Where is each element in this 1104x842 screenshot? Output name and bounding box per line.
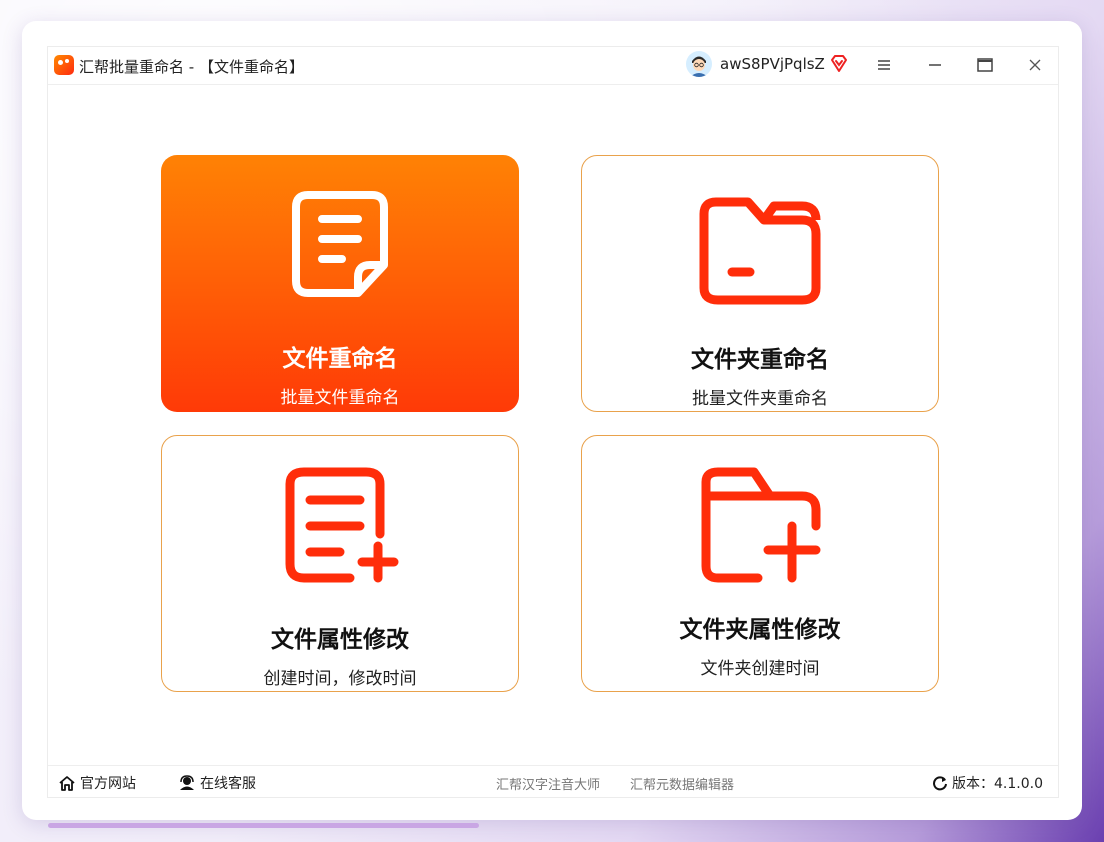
- close-icon[interactable]: [1022, 53, 1048, 77]
- hanzi-pinyin-link[interactable]: 汇帮汉字注音大师: [496, 774, 600, 793]
- official-site-label: 官方网站: [80, 776, 136, 792]
- card-folder-attributes[interactable]: 文件夹属性修改 文件夹创建时间: [581, 435, 939, 692]
- online-service-label: 在线客服: [200, 776, 256, 792]
- card-subtitle: 创建时间，修改时间: [263, 669, 417, 689]
- document-add-icon: [162, 466, 518, 586]
- card-title: 文件夹属性修改: [679, 617, 841, 643]
- title-bar: 汇帮批量重命名 - 【文件重命名】 awS8PVjPqlsZ: [48, 47, 1058, 85]
- maximize-icon[interactable]: [972, 53, 998, 77]
- card-title: 文件属性修改: [271, 627, 409, 653]
- app-logo-icon: [54, 55, 74, 75]
- menu-icon[interactable]: [871, 53, 897, 77]
- metadata-editor-link[interactable]: 汇帮元数据编辑器: [630, 774, 734, 793]
- version-info[interactable]: 版本：4.1.0.0: [932, 773, 1043, 793]
- vip-badge-icon[interactable]: [829, 54, 849, 78]
- card-subtitle: 文件夹创建时间: [700, 659, 820, 679]
- refresh-icon: [933, 776, 947, 791]
- card-file-rename[interactable]: 文件重命名 批量文件重命名: [161, 155, 519, 412]
- official-site-link[interactable]: 官方网站: [58, 773, 136, 793]
- user-avatar[interactable]: [686, 51, 712, 77]
- version-label: 版本：4.1.0.0: [952, 776, 1043, 792]
- headset-icon: [180, 775, 194, 790]
- horizontal-scrollbar[interactable]: [48, 823, 479, 828]
- card-folder-rename[interactable]: 文件夹重命名 批量文件夹重命名: [581, 155, 939, 412]
- card-file-attributes[interactable]: 文件属性修改 创建时间，修改时间: [161, 435, 519, 692]
- card-title: 文件重命名: [282, 346, 398, 372]
- folder-add-icon: [582, 466, 938, 586]
- main-panel: 文件重命名 批量文件重命名 文件夹重命名 批量文件夹重命名 文件属性修改 创建时…: [48, 85, 1058, 765]
- home-icon: [59, 776, 75, 791]
- card-subtitle: 批量文件夹重命名: [692, 389, 828, 409]
- app-window: 汇帮批量重命名 - 【文件重命名】 awS8PVjPqlsZ 文件重命名 批量文…: [47, 46, 1059, 798]
- minimize-icon[interactable]: [922, 53, 948, 77]
- footer-bar: 官方网站 在线客服 汇帮汉字注音大师 汇帮元数据编辑器 版本：4.1.0.0: [48, 765, 1058, 797]
- document-icon: [161, 189, 519, 301]
- card-subtitle: 批量文件重命名: [280, 388, 400, 408]
- card-title: 文件夹重命名: [691, 347, 829, 373]
- folder-icon: [582, 196, 938, 306]
- online-service-link[interactable]: 在线客服: [178, 773, 256, 793]
- window-title: 汇帮批量重命名 - 【文件重命名】: [79, 58, 304, 76]
- username-label[interactable]: awS8PVjPqlsZ: [720, 55, 825, 73]
